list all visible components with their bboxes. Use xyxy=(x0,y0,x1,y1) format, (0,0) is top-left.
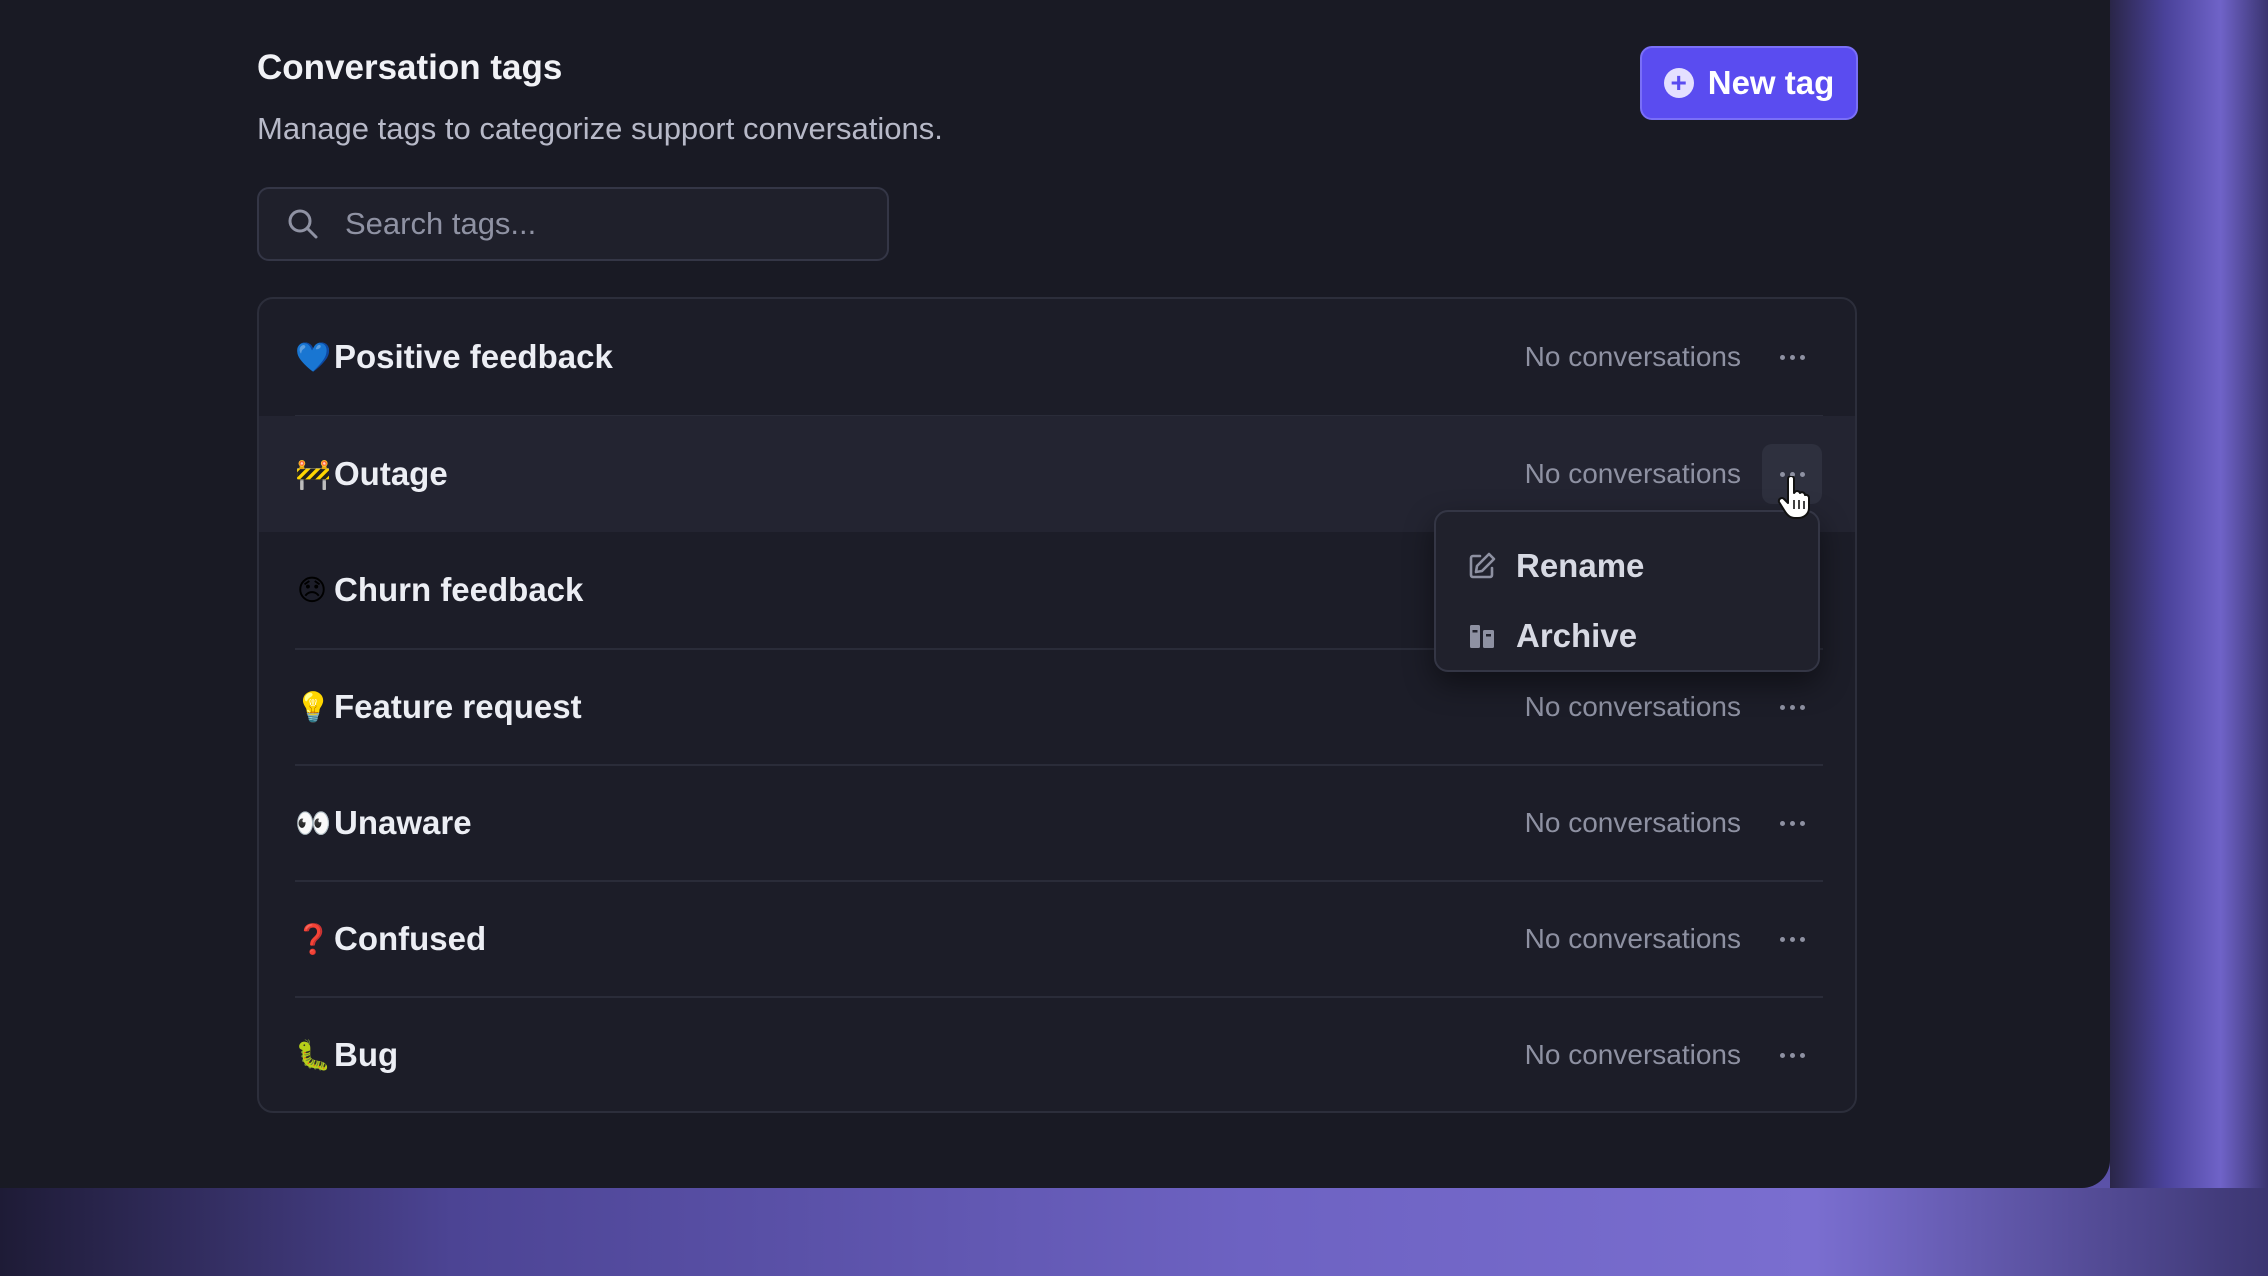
new-tag-label: New tag xyxy=(1707,64,1835,101)
tag-name: Churn feedback xyxy=(334,571,584,608)
ellipsis-icon xyxy=(1779,936,1805,942)
question-mark-icon: ❓ xyxy=(295,921,332,956)
desktop-background-bottom xyxy=(0,1188,2268,1276)
search-icon xyxy=(285,206,321,242)
tag-name: Bug xyxy=(334,1036,399,1073)
page-subtitle: Manage tags to categorize support conver… xyxy=(257,111,943,146)
menu-item-label: Rename xyxy=(1516,547,1645,584)
more-options-button[interactable] xyxy=(1762,677,1822,737)
tag-list: 💙 Positive feedback No conversations 🚧 O… xyxy=(257,297,1857,1113)
bug-icon: 🐛 xyxy=(295,1037,332,1072)
blue-heart-icon: 💙 xyxy=(295,339,332,374)
tags-settings-panel: Conversation tags Manage tags to categor… xyxy=(0,0,2110,1188)
new-tag-button[interactable]: + New tag xyxy=(1640,46,1858,120)
tag-row-confused[interactable]: ❓ Confused No conversations xyxy=(259,881,1855,997)
tag-row-bug[interactable]: 🐛 Bug No conversations xyxy=(259,997,1855,1111)
more-options-button[interactable] xyxy=(1762,1025,1822,1085)
ellipsis-icon xyxy=(1779,704,1805,710)
eyes-icon: 👀 xyxy=(295,805,332,840)
tag-name: Positive feedback xyxy=(334,338,613,375)
tag-name: Outage xyxy=(334,455,448,492)
more-options-button[interactable] xyxy=(1762,909,1822,969)
archive-icon xyxy=(1466,620,1498,652)
menu-item-label: Archive xyxy=(1516,617,1638,654)
tag-row-unaware[interactable]: 👀 Unaware No conversations xyxy=(259,765,1855,881)
light-bulb-icon: 💡 xyxy=(295,689,332,724)
ellipsis-icon xyxy=(1779,354,1805,360)
menu-item-rename[interactable]: Rename xyxy=(1466,538,1644,594)
search-box[interactable] xyxy=(257,187,889,261)
more-options-button[interactable] xyxy=(1762,793,1822,853)
disappointed-face-icon: 😞 xyxy=(296,573,328,607)
desktop-background-right xyxy=(2110,0,2268,1276)
tag-name: Unaware xyxy=(334,804,472,841)
construction-barrier-icon: 🚧 xyxy=(295,456,332,491)
tag-conversation-count: No conversations xyxy=(1524,341,1741,372)
tag-name: Feature request xyxy=(334,688,582,725)
ellipsis-icon xyxy=(1779,820,1805,826)
menu-item-archive[interactable]: Archive xyxy=(1466,608,1637,664)
tag-conversation-count: No conversations xyxy=(1524,691,1741,722)
hand-pointer-icon xyxy=(1777,476,1810,519)
tag-name: Confused xyxy=(334,920,487,957)
page-title: Conversation tags xyxy=(257,48,563,87)
tag-conversation-count: No conversations xyxy=(1524,807,1741,838)
edit-icon xyxy=(1466,550,1498,582)
plus-circle-icon: + xyxy=(1663,68,1694,98)
tag-row-positive-feedback[interactable]: 💙 Positive feedback No conversations xyxy=(259,299,1855,415)
search-input[interactable] xyxy=(343,205,867,243)
tag-conversation-count: No conversations xyxy=(1524,1039,1741,1070)
tag-conversation-count: No conversations xyxy=(1524,458,1741,489)
tag-context-menu: Rename Archive xyxy=(1434,510,1820,672)
more-options-button[interactable] xyxy=(1762,327,1822,387)
tag-conversation-count: No conversations xyxy=(1524,923,1741,954)
ellipsis-icon xyxy=(1779,1052,1805,1058)
